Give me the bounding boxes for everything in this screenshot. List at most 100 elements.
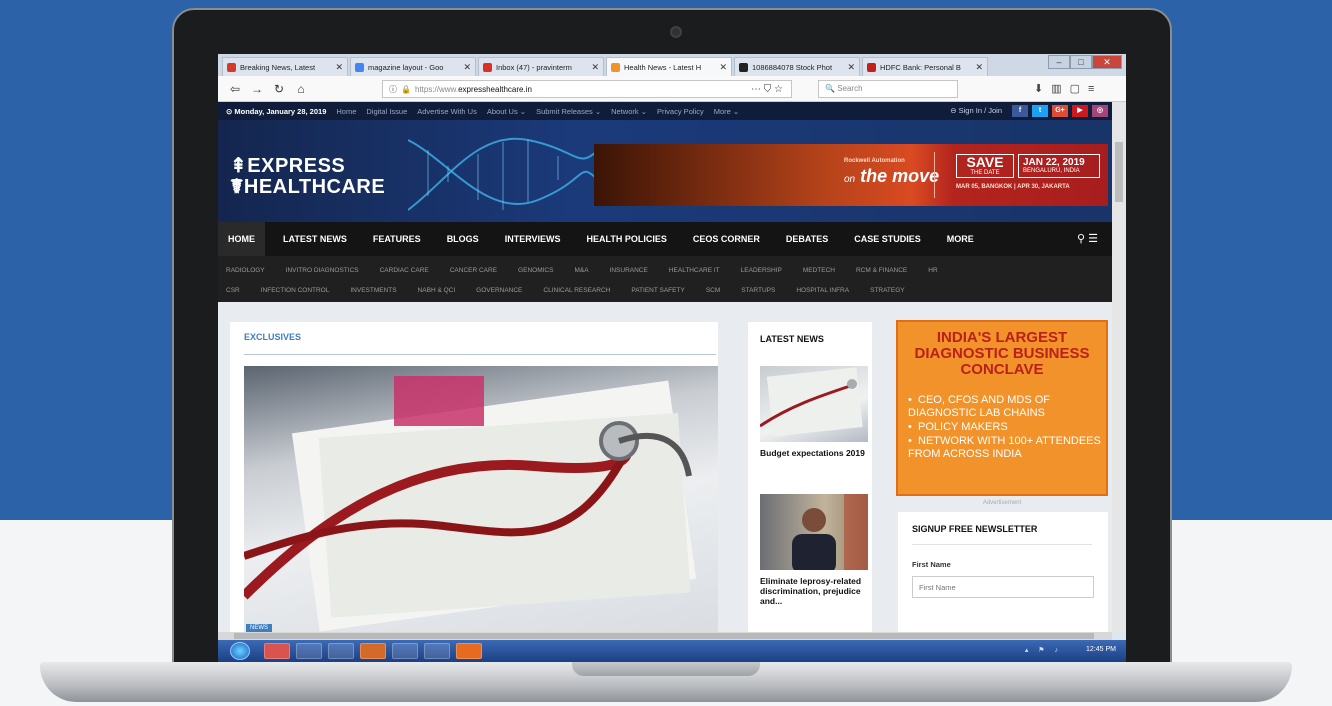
browser-tab[interactable]: 1086884078 Stock Phot ✕ [734,57,860,76]
first-name-input[interactable] [912,576,1094,598]
browser-tab[interactable]: HDFC Bank: Personal B ✕ [862,57,988,76]
nav-item-case-studies[interactable]: CASE STUDIES [854,222,921,256]
tab-close-icon[interactable]: ✕ [591,62,599,73]
search-menu-icons[interactable]: ⚲ ☰ [1077,232,1098,245]
explorer-taskbar-icon[interactable] [424,643,450,659]
system-tray-icons[interactable]: ▴ ⚑ ♪ [1025,646,1062,654]
facebook-icon[interactable]: f [1012,105,1028,117]
horizontal-scrollbar[interactable] [218,632,1112,640]
category-item[interactable]: MEDTECH [803,267,835,274]
maximize-icon[interactable]: □ [1070,55,1092,69]
nav-item-health-policies[interactable]: HEALTH POLICIES [587,222,667,256]
instagram-icon[interactable]: ◎ [1092,105,1108,117]
category-item[interactable]: CLINICAL RESEARCH [543,287,610,294]
dna-graphic [408,137,598,211]
nav-item-interviews[interactable]: INTERVIEWS [505,222,561,256]
nav-item-features[interactable]: FEATURES [373,222,421,256]
category-item[interactable]: CSR [226,287,240,294]
current-date: ⊙ Monday, January 28, 2019 [226,106,327,116]
category-item[interactable]: INFECTION CONTROL [261,287,330,294]
url-bar[interactable]: ⓘ 🔒 https://www. expresshealthcare.in ⋯ ⛉… [382,80,792,98]
category-item[interactable]: STARTUPS [741,287,775,294]
nav-item-home[interactable]: HOME [218,222,265,256]
browser-tab[interactable]: magazine layout - Goo ✕ [350,57,476,76]
category-item[interactable]: RCM & FINANCE [856,267,907,274]
browser-tab-active[interactable]: Health News - Latest H ✕ [606,57,732,76]
browser-tab[interactable]: Inbox (47) - pravinterm ✕ [478,57,604,76]
youtube-icon[interactable]: ▶ [1072,105,1088,117]
tab-close-icon[interactable]: ✕ [463,62,471,73]
top-link[interactable]: Home [336,107,356,116]
category-item[interactable]: RADIOLOGY [226,267,265,274]
category-item[interactable]: GENOMICS [518,267,553,274]
browser-tab[interactable]: Breaking News, Latest ✕ [222,57,348,76]
exclusives-title: EXCLUSIVES [244,332,302,342]
category-item[interactable]: LEADERSHIP [741,267,782,274]
nav-item-ceos-corner[interactable]: CEOS CORNER [693,222,760,256]
tab-close-icon[interactable]: ✕ [335,62,343,73]
search-icon[interactable]: ⚲ [1077,233,1085,245]
top-link[interactable]: Digital Issue [366,107,407,116]
category-item[interactable]: HOSPITAL INFRA [796,287,849,294]
top-link[interactable]: Privacy Policy [657,107,704,116]
category-item[interactable]: HEALTHCARE IT [669,267,720,274]
category-item[interactable]: INVESTMENTS [350,287,396,294]
vertical-scrollbar[interactable] [1112,102,1126,632]
start-button-icon[interactable] [230,642,250,660]
latest-item-title[interactable]: Budget expectations 2019 [760,448,868,458]
top-link[interactable]: More ⌄ [714,107,739,116]
category-item[interactable]: HR [928,267,937,274]
top-link[interactable]: About Us ⌄ [487,107,526,116]
portrait-graphic [792,494,868,570]
category-item[interactable]: CARDIAC CARE [380,267,429,274]
toolbar-icons[interactable]: ⬇▥▢≡ [1034,82,1102,95]
nav-item-blogs[interactable]: BLOGS [447,222,479,256]
category-item[interactable]: SCM [706,287,720,294]
reload-icon[interactable]: ↻ [270,82,288,96]
firefox-taskbar-icon[interactable] [456,643,482,659]
featured-image[interactable] [244,366,718,634]
site-logo[interactable]: ⇞EXPRESS ☤HEALTHCARE [230,156,385,198]
window-close-icon[interactable]: ✕ [1092,55,1122,69]
latest-thumb[interactable] [760,494,868,570]
search-input[interactable]: 🔍 Search [818,80,958,98]
top-link[interactable]: Submit Releases ⌄ [536,107,601,116]
minimize-icon[interactable]: – [1048,55,1070,69]
promo-ad[interactable]: INDIA'S LARGEST DIAGNOSTIC BUSINESS CONC… [896,320,1108,496]
social-icons: f t G+ ▶ ◎ [1008,105,1108,117]
category-item[interactable]: STRATEGY [870,287,905,294]
scroll-thumb[interactable] [1115,142,1123,202]
back-icon[interactable]: ⇦ [226,82,244,96]
forward-icon[interactable]: → [248,82,266,96]
tab-close-icon[interactable]: ✕ [719,62,727,73]
category-item[interactable]: INVITRO DIAGNOSTICS [286,267,359,274]
media-taskbar-icon[interactable] [296,643,322,659]
latest-item-title[interactable]: Eliminate leprosy-related discrimination… [760,576,868,606]
photoshop-taskbar-icon[interactable] [392,643,418,659]
category-item[interactable]: CANCER CARE [450,267,497,274]
url-actions-icon[interactable]: ⋯ ⛉ ☆ [751,84,783,95]
tab-close-icon[interactable]: ✕ [975,62,983,73]
header-ad-banner[interactable]: Rockwell Automation on the move SAVE THE … [594,144,1108,206]
category-item[interactable]: PATIENT SAFETY [631,287,684,294]
category-item[interactable]: M&A [574,267,588,274]
sign-in-link[interactable]: ⊖ Sign In / Join [950,106,1002,115]
category-item[interactable]: INSURANCE [610,267,648,274]
google-plus-icon[interactable]: G+ [1052,105,1068,117]
chrome-taskbar-icon[interactable] [264,643,290,659]
home-icon[interactable]: ⌂ [292,82,310,96]
nav-item-latest-news[interactable]: LATEST NEWS [283,222,347,256]
nav-item-debates[interactable]: DEBATES [786,222,828,256]
top-link[interactable]: Network ⌄ [611,107,647,116]
category-item[interactable]: GOVERNANCE [476,287,522,294]
hamburger-icon[interactable]: ☰ [1088,233,1098,245]
nav-item-more[interactable]: MORE [947,222,974,256]
latest-thumb[interactable] [760,366,868,442]
tab-close-icon[interactable]: ✕ [847,62,855,73]
twitter-icon[interactable]: t [1032,105,1048,117]
category-item[interactable]: NABH & QCI [418,287,456,294]
powerpoint-taskbar-icon[interactable] [360,643,386,659]
top-link[interactable]: Advertise With Us [417,107,477,116]
scroll-thumb[interactable] [234,633,1094,639]
pdf-taskbar-icon[interactable] [328,643,354,659]
